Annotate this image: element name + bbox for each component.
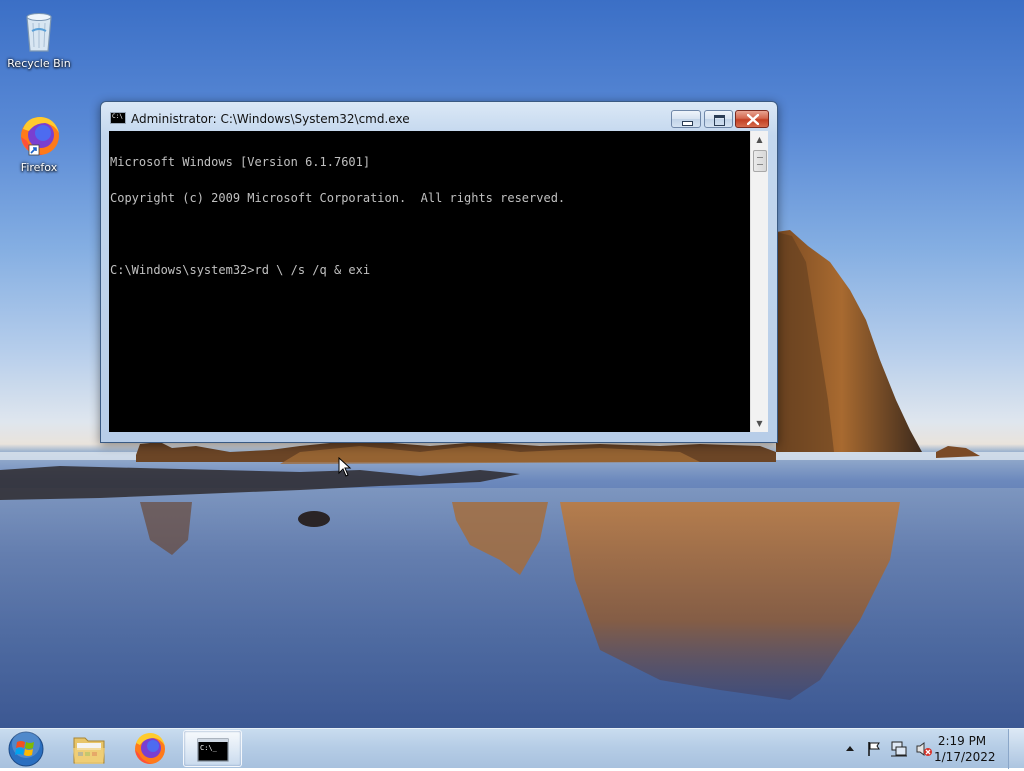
- cmd-icon: C:\_: [197, 738, 229, 762]
- maximize-icon: [714, 115, 725, 126]
- vertical-scrollbar[interactable]: ▲ ▼: [750, 131, 768, 432]
- recycle-bin-icon: [15, 7, 63, 55]
- clock-time: 2:19 PM: [937, 734, 987, 748]
- desktop-icon-label: Firefox: [20, 161, 58, 174]
- clock-date: 1/17/2022: [934, 750, 996, 764]
- close-button[interactable]: [735, 110, 769, 128]
- taskbar-firefox-button[interactable]: [122, 730, 178, 767]
- minimize-icon: [682, 121, 693, 126]
- desktop-icon-firefox[interactable]: Firefox: [1, 111, 77, 174]
- windows-logo-icon: [8, 730, 44, 767]
- taskbar-explorer-button[interactable]: [61, 730, 117, 767]
- mouse-cursor-icon: [338, 457, 352, 477]
- svg-text:C:\_: C:\_: [200, 744, 218, 752]
- volume-muted-icon[interactable]: [915, 741, 933, 757]
- console-line: Copyright (c) 2009 Microsoft Corporation…: [110, 191, 566, 205]
- scroll-up-arrow-icon[interactable]: ▲: [751, 131, 768, 148]
- close-icon: [747, 114, 759, 125]
- console-line: Microsoft Windows [Version 6.1.7601]: [110, 155, 371, 169]
- window-title: Administrator: C:\Windows\System32\cmd.e…: [131, 112, 410, 126]
- taskbar-cmd-button[interactable]: C:\_: [183, 730, 242, 767]
- minimize-button[interactable]: [671, 110, 701, 128]
- desktop-icon-label: Recycle Bin: [7, 57, 71, 70]
- folder-icon: [73, 737, 105, 764]
- console-output[interactable]: Microsoft Windows [Version 6.1.7601] Cop…: [109, 131, 750, 432]
- cmd-window[interactable]: C:\ Administrator: C:\Windows\System32\c…: [100, 101, 778, 443]
- chevron-up-icon[interactable]: [845, 744, 855, 752]
- scroll-thumb[interactable]: [753, 150, 767, 172]
- firefox-icon: [15, 111, 63, 159]
- show-desktop-button[interactable]: [1008, 729, 1024, 769]
- title-bar[interactable]: C:\ Administrator: C:\Windows\System32\c…: [101, 102, 777, 130]
- scroll-down-arrow-icon[interactable]: ▼: [751, 415, 768, 432]
- action-center-flag-icon[interactable]: [866, 741, 882, 757]
- system-tray: [840, 729, 1024, 769]
- taskbar-clock[interactable]: 2:19 PM 1/17/2022: [934, 733, 996, 765]
- console-prompt-line[interactable]: C:\Windows\system32>rd \ /s /q & exi: [110, 264, 749, 276]
- maximize-button[interactable]: [704, 110, 733, 128]
- taskbar: C:\_ 2:19 PM 1/17/2022: [0, 728, 1024, 769]
- start-button[interactable]: [4, 730, 48, 768]
- network-icon[interactable]: [890, 741, 908, 757]
- firefox-icon: [135, 733, 165, 764]
- cmd-icon[interactable]: C:\: [110, 112, 126, 124]
- desktop-icon-recycle-bin[interactable]: Recycle Bin: [1, 7, 77, 70]
